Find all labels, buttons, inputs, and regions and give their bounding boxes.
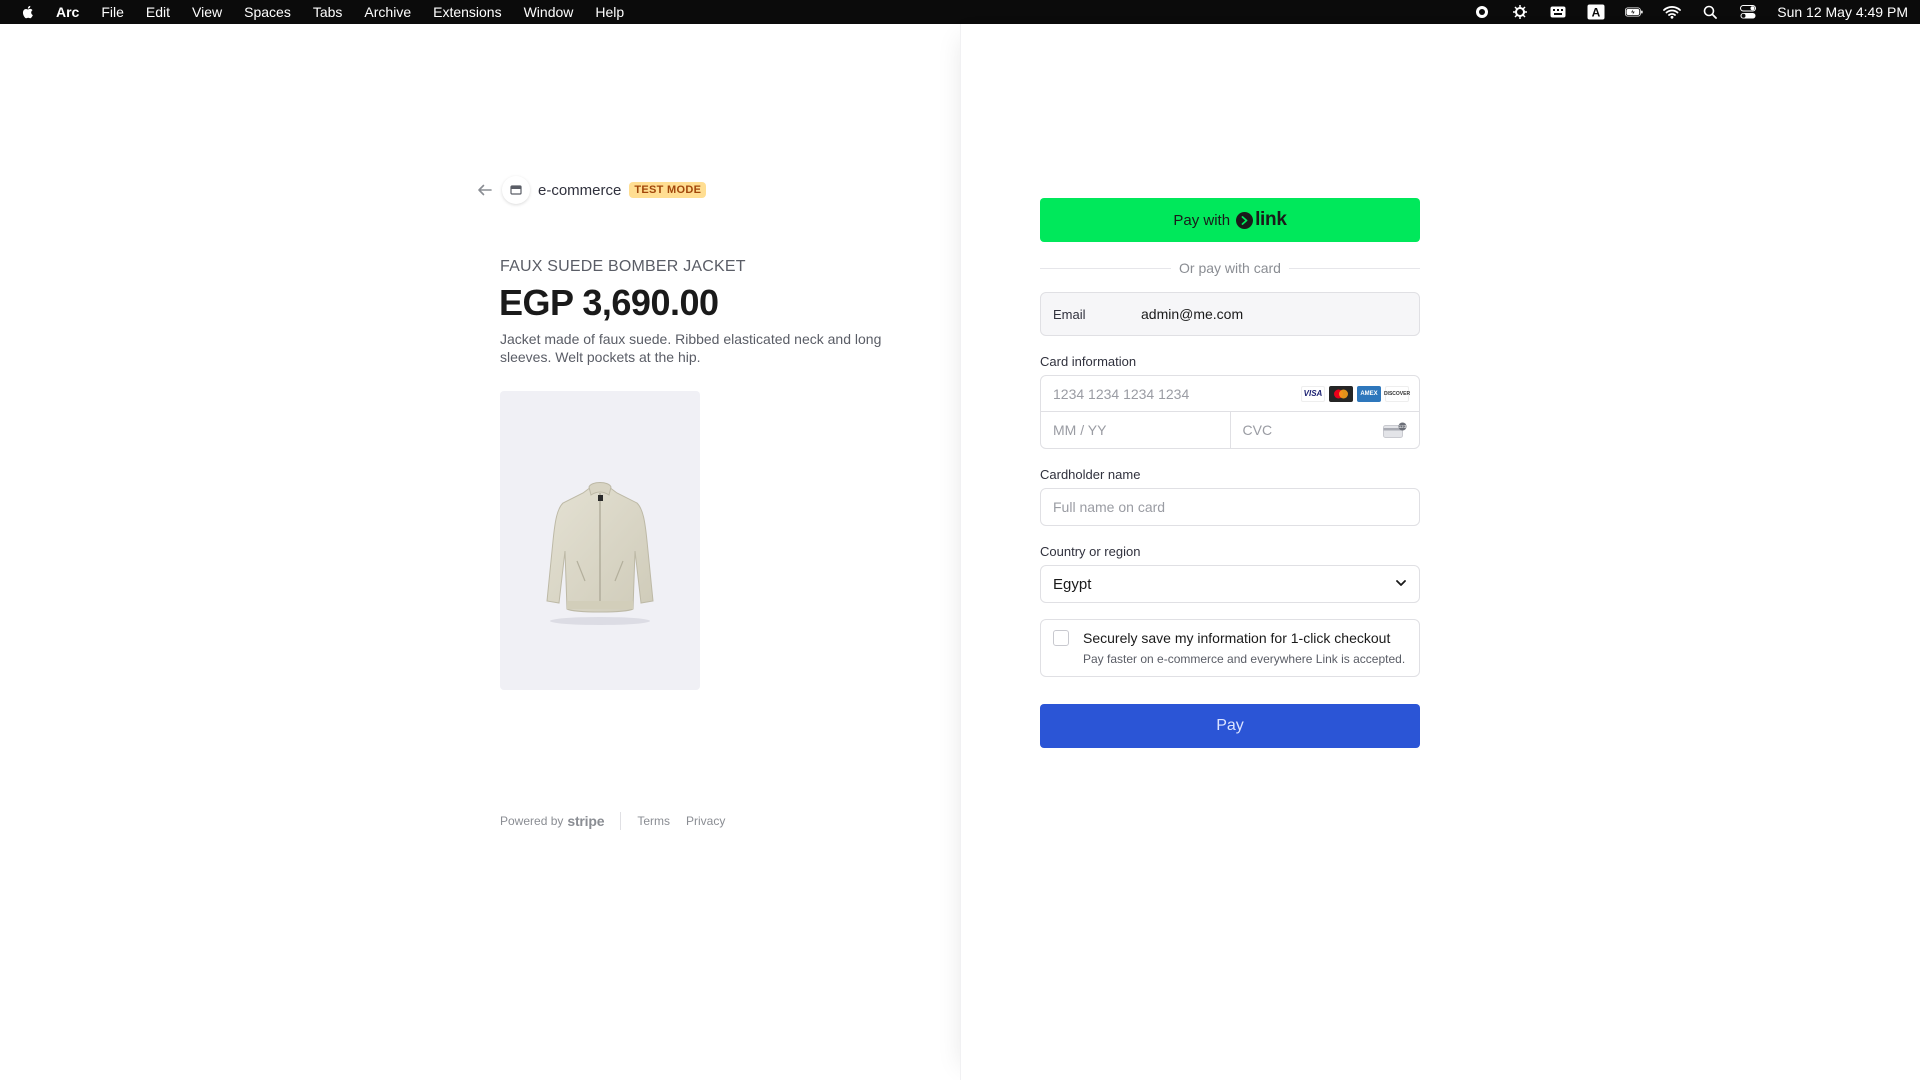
back-arrow-icon[interactable] xyxy=(476,181,494,199)
discover-icon: DISCOVER xyxy=(1384,385,1410,402)
privacy-link[interactable]: Privacy xyxy=(686,814,725,828)
country-select[interactable]: Egypt xyxy=(1040,565,1420,603)
link-arrow-icon xyxy=(1236,211,1254,229)
extension-gear-icon[interactable] xyxy=(1511,5,1529,19)
country-label: Country or region xyxy=(1040,544,1141,559)
battery-icon[interactable] xyxy=(1625,5,1643,19)
menu-file[interactable]: File xyxy=(101,4,124,20)
save-info-title: Securely save my information for 1-click… xyxy=(1083,630,1391,646)
store-icon xyxy=(502,176,530,204)
record-icon[interactable] xyxy=(1473,5,1491,19)
footer-divider xyxy=(620,812,622,830)
powered-by-label: Powered by xyxy=(500,814,564,828)
svg-text:A: A xyxy=(1592,6,1601,20)
menu-app-name[interactable]: Arc xyxy=(56,4,79,20)
email-field[interactable]: Email admin@me.com xyxy=(1040,292,1420,336)
merchant-header: e-commerce TEST MODE xyxy=(476,176,707,204)
country-value: Egypt xyxy=(1053,575,1092,593)
apple-logo-icon[interactable] xyxy=(20,4,36,20)
divider-text: Or pay with card xyxy=(1179,260,1281,276)
menu-bar: Arc File Edit View Spaces Tabs Archive E… xyxy=(0,0,1920,24)
card-information-group: 1234 1234 1234 1234 VISA AMEX DISCOVER M… xyxy=(1040,375,1420,449)
terms-link[interactable]: Terms xyxy=(637,814,670,828)
product-description: Jacket made of faux suede. Ribbed elasti… xyxy=(500,331,882,365)
or-pay-with-card-divider: Or pay with card xyxy=(1040,258,1420,278)
input-source-icon[interactable]: A xyxy=(1587,4,1605,20)
cvc-card-icon: 123 xyxy=(1383,422,1407,438)
wifi-icon[interactable] xyxy=(1663,5,1682,19)
cardholder-name-input[interactable]: Full name on card xyxy=(1040,488,1420,526)
cvc-placeholder: CVC xyxy=(1242,422,1273,438)
menu-help[interactable]: Help xyxy=(595,4,624,20)
save-info-box: Securely save my information for 1-click… xyxy=(1040,619,1420,677)
payment-form: Pay with link Or pay with card Email adm… xyxy=(1040,198,1420,748)
menu-window[interactable]: Window xyxy=(524,4,574,20)
menu-extensions[interactable]: Extensions xyxy=(433,4,501,20)
menu-spaces[interactable]: Spaces xyxy=(244,4,291,20)
spotlight-search-icon[interactable] xyxy=(1701,5,1719,19)
jacket-illustration xyxy=(546,481,654,625)
link-logo: link xyxy=(1236,209,1287,231)
save-info-checkbox[interactable] xyxy=(1053,630,1069,646)
svg-text:123: 123 xyxy=(1399,424,1407,429)
mastercard-icon xyxy=(1329,385,1353,402)
card-information-label: Card information xyxy=(1040,354,1137,369)
pay-button-label: Pay xyxy=(1216,717,1244,734)
cardholder-name-label: Cardholder name xyxy=(1040,467,1141,482)
pay-with-link-button[interactable]: Pay with link xyxy=(1040,198,1420,242)
expiry-input[interactable]: MM / YY xyxy=(1041,412,1231,448)
pay-button[interactable]: Pay xyxy=(1040,704,1420,748)
email-label: Email xyxy=(1053,306,1086,322)
keyboard-icon[interactable] xyxy=(1549,5,1567,19)
menu-archive[interactable]: Archive xyxy=(364,4,411,20)
card-expiry-cvc-row: MM / YY CVC 123 xyxy=(1041,412,1419,448)
save-info-text: Securely save my information for 1-click… xyxy=(1083,629,1405,667)
card-brand-icons: VISA AMEX DISCOVER xyxy=(1301,385,1410,402)
email-value: admin@me.com xyxy=(1141,306,1244,322)
product-image xyxy=(500,391,700,690)
cvc-input[interactable]: CVC 123 xyxy=(1231,412,1420,448)
chevron-down-icon xyxy=(1395,576,1407,593)
product-name: FAUX SUEDE BOMBER JACKET xyxy=(500,258,746,275)
checkout-footer: Powered by stripe Terms Privacy xyxy=(500,812,741,830)
expiry-placeholder: MM / YY xyxy=(1053,422,1107,438)
product-price: EGP 3,690.00 xyxy=(499,282,719,323)
amex-icon: AMEX xyxy=(1357,385,1381,402)
card-number-input[interactable]: 1234 1234 1234 1234 VISA AMEX DISCOVER xyxy=(1041,376,1419,412)
powered-by-stripe[interactable]: Powered by stripe xyxy=(500,813,605,829)
menu-edit[interactable]: Edit xyxy=(146,4,170,20)
save-info-subtitle: Pay faster on e-commerce and everywhere … xyxy=(1083,652,1406,666)
stripe-logo: stripe xyxy=(567,813,605,829)
menu-view[interactable]: View xyxy=(192,4,222,20)
card-number-placeholder: 1234 1234 1234 1234 xyxy=(1053,385,1190,402)
test-mode-badge: TEST MODE xyxy=(629,182,707,198)
cardholder-placeholder: Full name on card xyxy=(1053,499,1166,515)
pay-with-link-label: Pay with xyxy=(1173,211,1231,229)
link-wordmark: link xyxy=(1255,209,1287,230)
menu-tabs[interactable]: Tabs xyxy=(313,4,343,20)
menu-bar-clock[interactable]: Sun 12 May 4:49 PM xyxy=(1777,4,1908,20)
visa-icon: VISA xyxy=(1301,385,1325,402)
merchant-name: e-commerce xyxy=(538,181,622,199)
control-center-icon[interactable] xyxy=(1739,5,1757,19)
